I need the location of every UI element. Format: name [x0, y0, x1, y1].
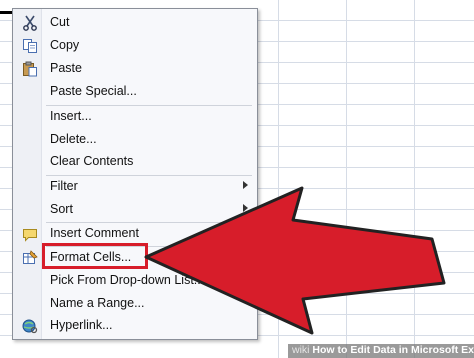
watermark-title: How to Edit Data in Microsoft Excel — [312, 344, 474, 356]
watermark-bar: wiki How to Edit Data in Microsoft Excel — [288, 344, 474, 358]
red-pointer-arrow-icon — [144, 186, 446, 335]
watermark-text: wiki How to Edit Data in Microsoft Excel — [292, 344, 474, 356]
watermark-site: wiki — [292, 344, 310, 356]
